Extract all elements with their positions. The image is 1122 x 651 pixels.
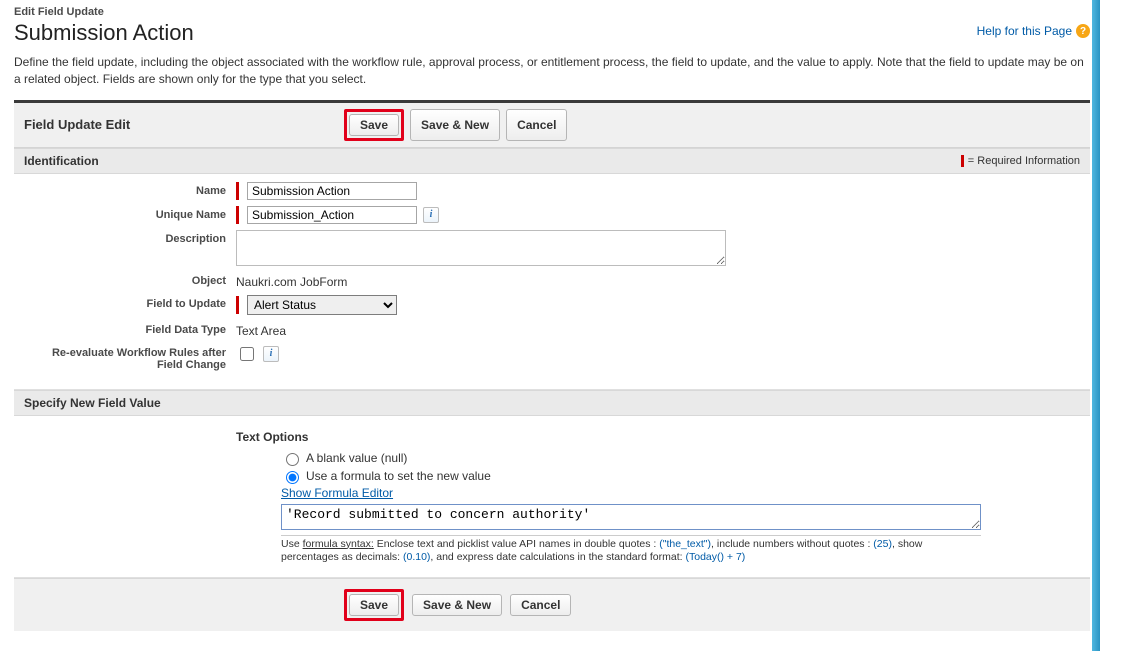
formula-textarea[interactable]: 'Record submitted to concern authority' — [281, 504, 981, 530]
save-button[interactable]: Save — [349, 114, 399, 136]
text-options-heading: Text Options — [236, 430, 1078, 444]
info-icon[interactable]: i — [263, 346, 279, 362]
save-and-new-button[interactable]: Save & New — [410, 109, 500, 141]
description-label: Description — [26, 230, 236, 245]
object-value: Naukri.com JobForm — [236, 272, 347, 289]
cancel-button[interactable]: Cancel — [506, 109, 567, 141]
breadcrumb-edit-label: Edit Field Update — [14, 6, 194, 18]
name-label: Name — [26, 182, 236, 197]
page-description: Define the field update, including the o… — [14, 54, 1090, 88]
unique-name-label: Unique Name — [26, 206, 236, 221]
identification-section-title: Identification — [24, 154, 99, 168]
reevaluate-label: Re-evaluate Workflow Rules after Field C… — [26, 344, 236, 371]
required-information-legend: = Required Information — [961, 154, 1080, 168]
save-and-new-button-bottom[interactable]: Save & New — [412, 594, 502, 616]
object-label: Object — [26, 272, 236, 287]
help-icon: ? — [1076, 24, 1090, 38]
formula-syntax-hint: Use formula syntax: Enclose text and pic… — [281, 535, 981, 565]
field-to-update-select[interactable]: Alert Status — [247, 295, 397, 315]
blank-value-radio[interactable] — [286, 453, 299, 466]
specify-value-section-title: Specify New Field Value — [24, 396, 161, 410]
required-marker — [236, 206, 239, 224]
field-data-type-value: Text Area — [236, 321, 286, 338]
show-formula-editor-link[interactable]: Show Formula Editor — [281, 486, 393, 500]
field-data-type-label: Field Data Type — [26, 321, 236, 336]
use-formula-radio[interactable] — [286, 471, 299, 484]
name-input[interactable] — [247, 182, 417, 200]
save-button-bottom[interactable]: Save — [349, 594, 399, 616]
save-button-bottom-highlight: Save — [344, 589, 404, 621]
help-link-text: Help for this Page — [977, 24, 1072, 38]
reevaluate-checkbox[interactable] — [240, 347, 254, 361]
panel-title: Field Update Edit — [24, 117, 344, 132]
cancel-button-bottom[interactable]: Cancel — [510, 594, 571, 616]
unique-name-input[interactable] — [247, 206, 417, 224]
use-formula-label: Use a formula to set the new value — [306, 469, 491, 483]
page-title: Submission Action — [14, 20, 194, 46]
info-icon[interactable]: i — [423, 207, 439, 223]
description-textarea[interactable] — [236, 230, 726, 266]
required-marker — [236, 182, 239, 200]
field-to-update-label: Field to Update — [26, 295, 236, 310]
right-scrollbar-decor — [1092, 0, 1100, 651]
blank-value-label: A blank value (null) — [306, 451, 407, 465]
save-button-highlight: Save — [344, 109, 404, 141]
required-marker — [236, 296, 239, 314]
help-for-this-page-link[interactable]: Help for this Page ? — [977, 8, 1090, 54]
